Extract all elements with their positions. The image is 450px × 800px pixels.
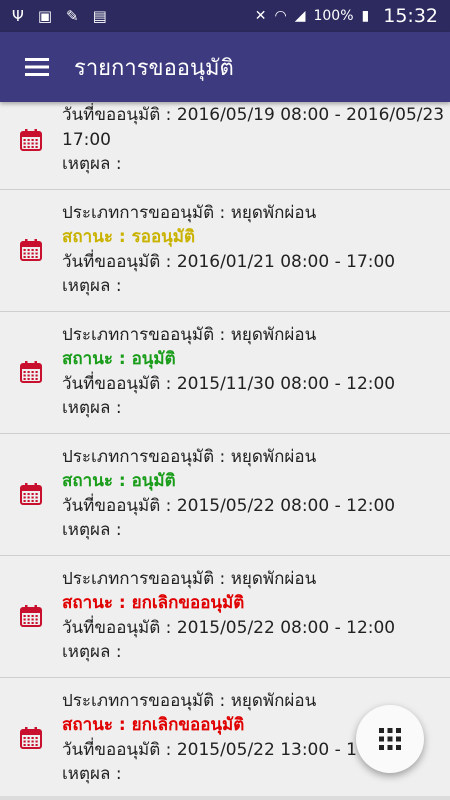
battery-icon: ▮ — [361, 8, 370, 24]
calendar-icon — [20, 604, 42, 627]
request-date: วันที่ขออนุมัติ : 2015/05/22 08:00 - 12:… — [62, 495, 396, 516]
menu-button[interactable] — [0, 32, 74, 102]
request-date: วันที่ขออนุมัติ : 2016/01/21 08:00 - 17:… — [62, 251, 396, 272]
request-reason: เหตุผล : — [62, 520, 122, 540]
request-date: วันที่ขออนุมัติ : 2015/11/30 08:00 - 12:… — [62, 373, 396, 394]
calendar-icon — [20, 482, 42, 505]
request-date: วันที่ขออนุมัติ : 2016/05/19 08:00 - 201… — [62, 105, 445, 150]
mute-icon: ✕ — [254, 8, 267, 24]
calendar-icon — [20, 238, 42, 261]
calendar-icon — [20, 726, 42, 749]
request-reason: เหตุผล : — [62, 398, 122, 418]
grid-menu-button[interactable] — [356, 705, 424, 773]
bottom-edge — [0, 796, 450, 800]
usb-icon: Ψ — [12, 7, 24, 25]
app-bar: รายการขออนุมัติ — [0, 32, 450, 102]
list-item[interactable]: ประเภทการขออนุมัติ : หยุดพักผ่อน สถานะ :… — [0, 311, 450, 434]
briefcase-icon: ▤ — [92, 7, 107, 25]
screenshot-icon: ▣ — [37, 7, 52, 25]
wifi-icon: ◠ — [274, 8, 287, 24]
status-bar: Ψ ▣ ✎ ▤ ✕ ◠ ◢ 100% ▮ 15:32 — [0, 0, 450, 32]
list-item[interactable]: ประเภทการขออนุมัติ : หยุดพักผ่อน สถานะ :… — [0, 555, 450, 678]
status-approved: สถานะ : อนุมัติ — [62, 349, 176, 369]
status-cancelled: สถานะ : ยกเลิกขออนุมัติ — [62, 593, 245, 613]
signal-icon: ◢ — [294, 8, 306, 24]
request-reason: เหตุผล : — [62, 642, 122, 662]
edit-icon: ✎ — [66, 7, 79, 25]
hamburger-menu-icon — [25, 58, 49, 76]
request-date: วันที่ขออนุมัติ : 2015/05/22 08:00 - 12:… — [62, 617, 396, 638]
system-icons: ✕ ◠ ◢ 100% ▮ 15:32 — [255, 5, 438, 27]
battery-percent: 100% — [313, 8, 354, 24]
grid-icon — [379, 728, 401, 750]
request-reason: เหตุผล : — [62, 154, 122, 174]
clock: 15:32 — [383, 5, 438, 27]
request-list[interactable]: วันที่ขออนุมัติ : 2016/05/19 08:00 - 201… — [0, 102, 450, 800]
request-type: ประเภทการขออนุมัติ : หยุดพักผ่อน — [62, 446, 317, 467]
status-pending: สถานะ : รออนุมัติ — [62, 227, 196, 247]
request-type: ประเภทการขออนุมัติ : หยุดพักผ่อน — [62, 324, 317, 345]
calendar-icon — [20, 360, 42, 383]
page-title: รายการขออนุมัติ — [74, 55, 234, 81]
list-item[interactable]: ประเภทการขออนุมัติ : หยุดพักผ่อน สถานะ :… — [0, 189, 450, 312]
calendar-icon — [20, 128, 42, 151]
list-item[interactable]: ประเภทการขออนุมัติ : หยุดพักผ่อน สถานะ :… — [0, 433, 450, 556]
status-approved: สถานะ : อนุมัติ — [62, 471, 176, 491]
notification-icons: Ψ ▣ ✎ ▤ — [12, 7, 107, 25]
request-reason: เหตุผล : — [62, 276, 122, 296]
request-type: ประเภทการขออนุมัติ : หยุดพักผ่อน — [62, 202, 317, 223]
request-type: ประเภทการขออนุมัติ : หยุดพักผ่อน — [62, 568, 317, 589]
list-item[interactable]: วันที่ขออนุมัติ : 2016/05/19 08:00 - 201… — [0, 102, 450, 190]
